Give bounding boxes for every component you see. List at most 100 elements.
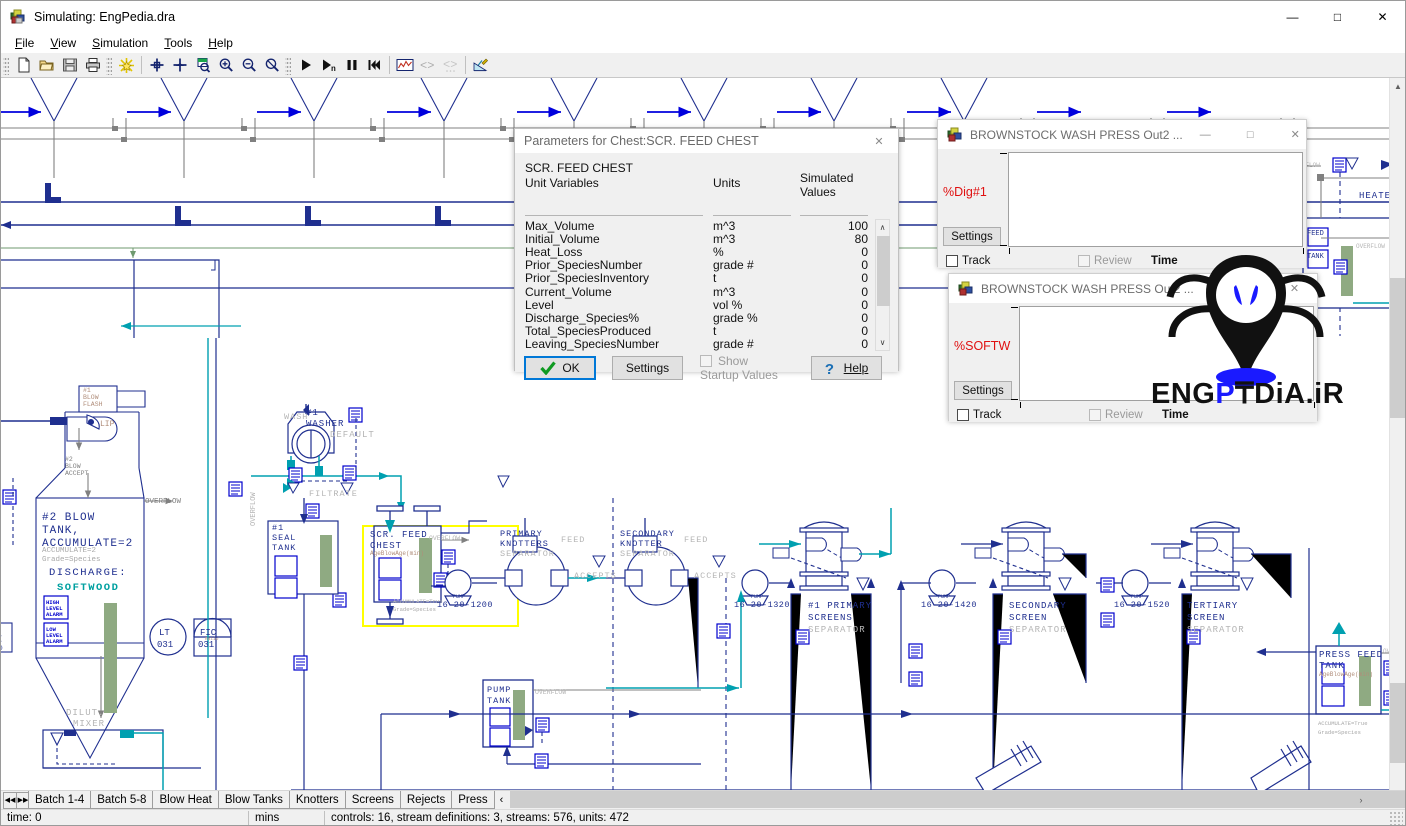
menu-simulation[interactable]: Simulation — [84, 34, 156, 52]
parameter-row[interactable]: Heat_Loss% 0 — [525, 245, 873, 259]
pause-icon[interactable] — [340, 54, 363, 76]
tab-rejects[interactable]: Rejects — [399, 791, 453, 809]
brownstock-1-minimize-icon[interactable]: — — [1183, 120, 1228, 149]
brownstock-1-plot-area[interactable] — [1008, 152, 1303, 247]
parameters-scrollbar[interactable]: ∧ ∨ — [875, 219, 890, 351]
parameters-scroll-thumb[interactable] — [877, 236, 890, 306]
crosshair-icon[interactable] — [145, 54, 168, 76]
brownstock-1-track-checkbox[interactable]: Track — [946, 255, 990, 267]
parameters-dialog[interactable]: Parameters for Chest:SCR. FEED CHEST ✕ S… — [514, 128, 899, 382]
parameter-row[interactable]: Initial_Volume m^3 80 — [525, 231, 873, 246]
zoom-in-icon[interactable] — [214, 54, 237, 76]
tab-nav-first[interactable]: ◀◀ — [3, 791, 17, 809]
parameters-table[interactable]: Max_Volume m^3 100 Initial_Volume m^3 80 Heat_… — [525, 218, 873, 352]
new-file-icon[interactable] — [12, 54, 35, 76]
tab-overflow-left-icon[interactable]: ‹ — [495, 791, 509, 809]
menu-tools[interactable]: Tools — [156, 34, 200, 52]
parameters-scroll-down[interactable]: ∨ — [876, 335, 889, 350]
menu-view[interactable]: View — [42, 34, 84, 52]
brownstock-2-track-checkbox[interactable]: Track — [957, 409, 1001, 421]
parameter-variable: Initial_Volume — [525, 231, 600, 246]
show-startup-checkbox-box[interactable] — [700, 355, 712, 367]
brownstock-window-1[interactable]: BROWNSTOCK WASH PRESS Out2 ... — □ ✕ %Di… — [937, 119, 1307, 268]
minimize-button[interactable]: — — [1270, 1, 1315, 32]
parameter-value: 0 — [861, 297, 868, 312]
brownstock-1-settings-button[interactable]: Settings — [943, 227, 1001, 246]
brownstock-2-plot-area[interactable] — [1019, 306, 1314, 401]
brownstock-2-review-box[interactable] — [1089, 409, 1101, 421]
brownstock-1-review-box[interactable] — [1078, 255, 1090, 267]
brownstock-1-close-icon[interactable]: ✕ — [1273, 120, 1318, 149]
zoom-window-icon[interactable] — [191, 54, 214, 76]
measure-pen-icon[interactable] — [469, 54, 492, 76]
print-icon[interactable] — [81, 54, 104, 76]
canvas-vertical-scrollbar[interactable]: ▲ — [1389, 78, 1405, 790]
parameter-row[interactable]: Current_Volume m^3 0 — [525, 285, 873, 299]
show-startup-values-checkbox[interactable]: Show Startup Values — [700, 354, 800, 382]
crosshair-arrow-icon[interactable] — [168, 54, 191, 76]
svg-text:KNOTTER: KNOTTER — [620, 539, 663, 549]
brownstock-2-review-checkbox[interactable]: Review — [1089, 409, 1143, 421]
toolbar-grip-3[interactable] — [285, 55, 291, 75]
toolbar-grip-2[interactable] — [106, 55, 112, 75]
parameter-value: 0 — [861, 310, 868, 325]
parameter-row[interactable]: Prior_SpeciesNumber grade # 0 — [525, 258, 873, 272]
resize-grip[interactable] — [1389, 811, 1403, 825]
brownstock-2-settings-button[interactable]: Settings — [954, 381, 1012, 400]
brownstock-2-close-icon[interactable]: ✕ — [1272, 274, 1317, 303]
chart-icon[interactable] — [393, 54, 416, 76]
tab-horizontal-scrollbar[interactable]: › — [510, 791, 1405, 808]
parameter-row[interactable]: Leaving_SpeciesNumber grade # 0 — [525, 337, 873, 352]
settings-button[interactable]: Settings — [612, 356, 683, 380]
tab-press[interactable]: Press — [451, 791, 495, 809]
toolbar-grip[interactable] — [3, 55, 9, 75]
brownstock-2-time-label: Time — [1162, 409, 1189, 421]
parameter-units: t — [713, 324, 717, 339]
vscroll-thumb-2[interactable] — [1390, 683, 1405, 763]
help-button[interactable]: ? Help — [811, 356, 882, 380]
parameter-row[interactable]: Total_SpeciesProduced t 0 — [525, 324, 873, 339]
brownstock-2-track-box[interactable] — [957, 409, 969, 421]
tab-batch-1-4[interactable]: Batch 1-4 — [28, 791, 92, 809]
parameter-variable: Max_Volume — [525, 218, 595, 233]
menu-file[interactable]: File — [7, 34, 42, 52]
open-folder-icon[interactable] — [35, 54, 58, 76]
tab-blow-tanks[interactable]: Blow Tanks — [217, 791, 290, 809]
save-disk-icon[interactable] — [58, 54, 81, 76]
code-icon[interactable]: <> — [416, 54, 439, 76]
brownstock-window-2[interactable]: BROWNSTOCK WASH PRESS Out2 ... □ ✕ %SOFT… — [948, 273, 1318, 422]
vscroll-thumb-1[interactable] — [1390, 278, 1405, 418]
scroll-up-arrow[interactable]: ▲ — [1390, 78, 1405, 95]
play-icon[interactable] — [294, 54, 317, 76]
tab-batch-5-8[interactable]: Batch 5-8 — [90, 791, 154, 809]
menu-help[interactable]: Help — [200, 34, 241, 52]
brownstock-1-review-checkbox[interactable]: Review — [1078, 255, 1132, 267]
zoom-out-icon[interactable] — [237, 54, 260, 76]
brownstock-2-maximize-icon[interactable]: □ — [1227, 274, 1272, 303]
parameters-scroll-up[interactable]: ∧ — [876, 220, 889, 235]
tab-scroll-thumb[interactable] — [510, 791, 1405, 808]
brownstock-1-maximize-icon[interactable]: □ — [1228, 120, 1273, 149]
rewind-icon[interactable] — [363, 54, 386, 76]
svg-text:SCR. FEED: SCR. FEED — [370, 530, 428, 540]
play-n-icon[interactable]: n — [317, 54, 340, 76]
brownstock-1-time-label: Time — [1151, 255, 1178, 267]
tab-screens[interactable]: Screens — [344, 791, 401, 809]
close-button[interactable]: ✕ — [1360, 1, 1405, 32]
tab-knotters[interactable]: Knotters — [288, 791, 346, 809]
svg-text:SEPARATOR: SEPARATOR — [1009, 625, 1067, 635]
title-bar: Simulating: EngPedia.dra — □ ✕ — [1, 1, 1405, 32]
parameter-row[interactable]: Prior_SpeciesInventory t 0 — [525, 271, 873, 285]
parameter-row[interactable]: Max_Volume m^3 100 — [525, 218, 873, 233]
parameter-units: grade # — [713, 337, 754, 352]
maximize-button[interactable]: □ — [1315, 1, 1360, 32]
brownstock-1-track-box[interactable] — [946, 255, 958, 267]
tab-scroll-right-arrow[interactable]: › — [1353, 791, 1369, 808]
tab-blow-heat[interactable]: Blow Heat — [152, 791, 219, 809]
zoom-fit-icon[interactable] — [260, 54, 283, 76]
parameters-dialog-close-icon[interactable]: ✕ — [860, 129, 898, 153]
burst-star-icon[interactable] — [115, 54, 138, 76]
ok-button[interactable]: OK — [524, 356, 596, 380]
parameter-row[interactable]: Discharge_Species% grade % 0 — [525, 310, 873, 325]
parameter-row[interactable]: Level vol % 0 — [525, 297, 873, 312]
